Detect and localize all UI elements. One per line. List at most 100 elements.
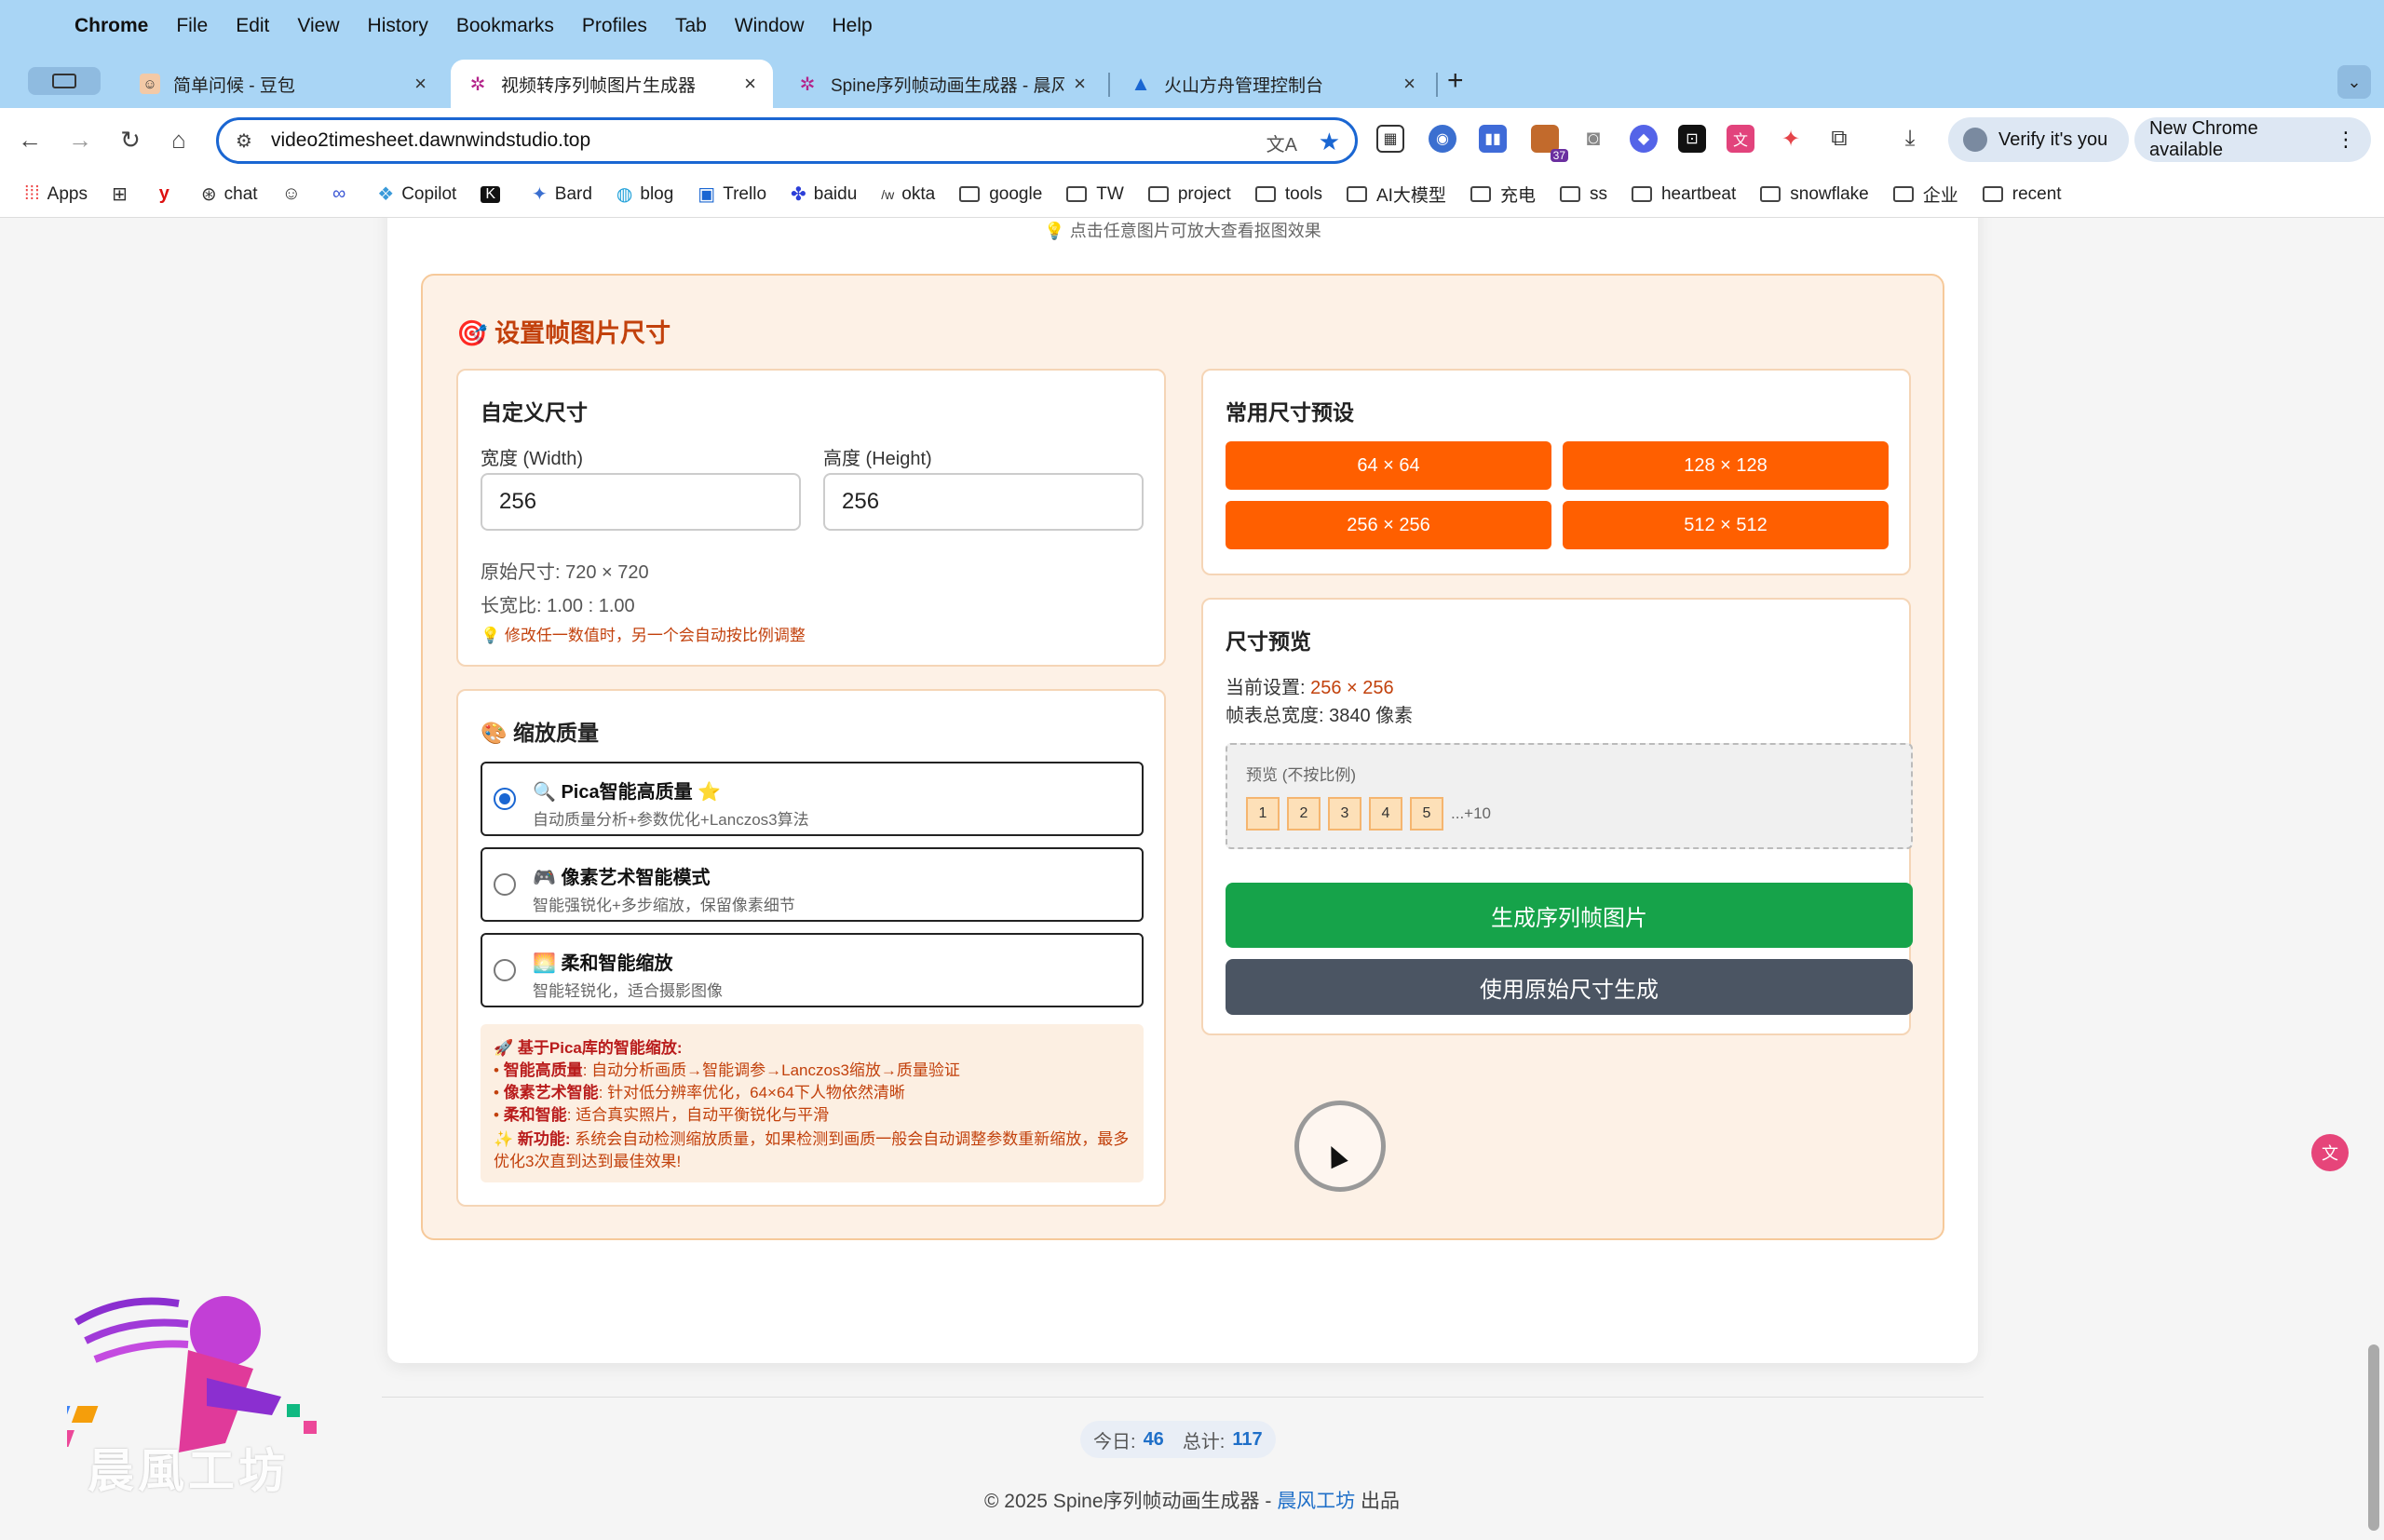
menu-edit[interactable]: Edit: [236, 15, 269, 37]
download-icon[interactable]: ⤓: [1896, 125, 1924, 153]
preset-256-button[interactable]: 256 × 256: [1226, 501, 1551, 549]
folder-icon: [1254, 186, 1276, 202]
bookmark-bard[interactable]: ✦ Bard: [532, 182, 592, 206]
bookmark-label: chat: [224, 183, 258, 204]
bookmark-google[interactable]: google: [959, 184, 1042, 205]
bookmark-ai-models[interactable]: AI大模型: [1346, 182, 1446, 207]
radio-selected[interactable]: [494, 788, 516, 810]
preset-512-button[interactable]: 512 × 512: [1563, 501, 1889, 549]
bookmark-enterprise[interactable]: 企业: [1892, 182, 1958, 207]
bookmark-trello[interactable]: ▣ Trello: [698, 182, 766, 206]
menu-history[interactable]: History: [368, 15, 428, 37]
bookmark-baidu[interactable]: ✤ baidu: [791, 182, 857, 206]
trello-icon: ▣: [698, 184, 716, 205]
visit-stats: 今日: 46 总计: 117: [1080, 1421, 1276, 1458]
bookmark-link[interactable]: ∞: [332, 183, 353, 205]
menu-window[interactable]: Window: [735, 15, 805, 37]
menu-tab[interactable]: Tab: [675, 15, 707, 37]
address-bar[interactable]: ⚙ video2timesheet.dawnwindstudio.top 文A …: [216, 117, 1358, 164]
quality-option-pica[interactable]: 🔍 Pica智能高质量 ⭐ 自动质量分析+参数优化+Lanczos3算法: [481, 762, 1144, 836]
brand-link[interactable]: 晨风工坊: [1277, 1491, 1355, 1512]
bookmark-tw[interactable]: TW: [1066, 184, 1124, 205]
bookmark-okta[interactable]: /w okta: [881, 184, 935, 205]
extension-star-icon[interactable]: ✦: [1777, 125, 1805, 153]
preset-64-button[interactable]: 64 × 64: [1226, 441, 1551, 490]
extension-circle-icon[interactable]: ◉: [1429, 125, 1456, 153]
extension-dark-icon[interactable]: ⊡: [1678, 125, 1706, 153]
bookmark-grid[interactable]: ⊞: [112, 182, 135, 206]
menu-file[interactable]: File: [176, 15, 208, 37]
camera-icon[interactable]: ◙: [1579, 125, 1607, 153]
page-scrollbar[interactable]: [2368, 1344, 2379, 1531]
quality-option-soft[interactable]: 🌅 柔和智能缩放 智能轻锐化，适合摄影图像: [481, 933, 1144, 1007]
close-tab-icon[interactable]: ×: [1074, 72, 1086, 96]
radio-unselected[interactable]: [494, 873, 516, 896]
main-card: 💡 点击任意图片可放大查看抠图效果 🎯 设置帧图片尺寸 自定义尺寸 宽度 (Wi…: [387, 218, 1978, 1363]
menu-bookmarks[interactable]: Bookmarks: [456, 15, 554, 37]
more-menu-icon[interactable]: ⋮: [2336, 128, 2356, 152]
close-tab-icon[interactable]: ×: [744, 72, 756, 96]
update-chrome-button[interactable]: New Chrome available ⋮: [2134, 117, 2371, 162]
bookmark-copilot[interactable]: ❖ Copilot: [377, 182, 456, 206]
close-tab-icon[interactable]: ×: [414, 72, 427, 96]
bookmark-chat[interactable]: ⊛ chat: [201, 182, 258, 206]
bookmark-snowflake[interactable]: snowflake: [1760, 184, 1869, 205]
height-input[interactable]: 256: [823, 473, 1144, 531]
menu-profiles[interactable]: Profiles: [582, 15, 647, 37]
site-settings-icon[interactable]: ⚙: [236, 129, 252, 153]
menu-help[interactable]: Help: [833, 15, 873, 37]
folder-icon: [1892, 186, 1914, 202]
total-count: 117: [1232, 1428, 1263, 1450]
settings-title: 🎯 设置帧图片尺寸: [456, 319, 671, 347]
extension-grid-icon[interactable]: ▮▮: [1479, 125, 1507, 153]
new-tab-icon[interactable]: +: [1447, 65, 1464, 97]
floating-translate-icon[interactable]: 文: [2311, 1134, 2349, 1171]
qr-code-icon[interactable]: ▦: [1376, 125, 1404, 153]
tab-search-chevron-icon[interactable]: ⌄: [2337, 65, 2371, 99]
studio-logo-text: 晨風工坊: [88, 1445, 289, 1497]
tab-doubao[interactable]: ☺ 简单问候 - 豆包 ×: [123, 60, 443, 108]
bookmark-recent[interactable]: recent: [1982, 184, 2062, 205]
bookmark-avatar[interactable]: ☺: [282, 183, 308, 205]
bookmark-tools[interactable]: tools: [1254, 184, 1322, 205]
bookmark-ss[interactable]: ss: [1559, 184, 1607, 205]
menu-view[interactable]: View: [297, 15, 339, 37]
total-width: 帧表总宽度: 3840 像素: [1226, 706, 1414, 726]
home-icon[interactable]: ⌂: [162, 123, 196, 156]
back-arrow-icon[interactable]: ←: [13, 123, 47, 156]
preset-128-button[interactable]: 128 × 128: [1563, 441, 1889, 490]
reload-icon[interactable]: ↻: [114, 123, 147, 156]
bookmark-apps[interactable]: ⁞⁞⁞ Apps: [24, 183, 88, 205]
volcano-favicon-icon: ▲: [1131, 72, 1151, 95]
tab-volcengine[interactable]: ▲ 火山方舟管理控制台 ×: [1114, 60, 1432, 108]
bookmark-project[interactable]: project: [1147, 184, 1231, 205]
radio-unselected[interactable]: [494, 959, 516, 981]
quality-option-pixel-art[interactable]: 🎮 像素艺术智能模式 智能强锐化+多步缩放，保留像素细节: [481, 847, 1144, 922]
folder-icon: [1346, 186, 1367, 202]
bookmark-label: baidu: [813, 183, 858, 204]
extension-diamond-icon[interactable]: ◆: [1630, 125, 1658, 153]
bookmark-y[interactable]: y: [159, 183, 177, 205]
menu-app-chrome[interactable]: Chrome: [74, 15, 148, 37]
width-label: 宽度 (Width): [481, 449, 583, 469]
bookmark-star-icon[interactable]: ★: [1319, 128, 1340, 156]
generate-frames-button[interactable]: 生成序列帧图片: [1226, 883, 1913, 948]
extension-folder-icon[interactable]: 37: [1531, 125, 1568, 162]
bookmark-k[interactable]: K: [481, 185, 508, 203]
close-tab-icon[interactable]: ×: [1403, 72, 1416, 96]
extension-translate-icon[interactable]: 文: [1727, 125, 1754, 153]
verify-profile-button[interactable]: Verify it's you: [1948, 117, 2129, 162]
bookmark-heartbeat[interactable]: heartbeat: [1631, 184, 1736, 205]
width-input[interactable]: 256: [481, 473, 801, 531]
extensions-puzzle-icon[interactable]: ⧉: [1825, 125, 1853, 153]
translate-icon[interactable]: 文A: [1266, 129, 1297, 156]
generate-original-size-button[interactable]: 使用原始尺寸生成: [1226, 959, 1913, 1015]
forward-arrow-icon[interactable]: →: [63, 123, 97, 156]
bookmark-charging[interactable]: 充电: [1470, 182, 1536, 207]
tab-video2timesheet[interactable]: ✲ 视频转序列帧图片生成器 ×: [451, 60, 773, 108]
info-heading: 🚀 基于Pica库的智能缩放:: [494, 1039, 683, 1057]
tab-groups-button[interactable]: [28, 67, 101, 95]
tab-spine-generator[interactable]: ✲ Spine序列帧动画生成器 - 晨风工 ×: [780, 60, 1103, 108]
bookmark-blog[interactable]: ◍ blog: [616, 182, 673, 206]
url-text[interactable]: video2timesheet.dawnwindstudio.top: [271, 129, 590, 152]
